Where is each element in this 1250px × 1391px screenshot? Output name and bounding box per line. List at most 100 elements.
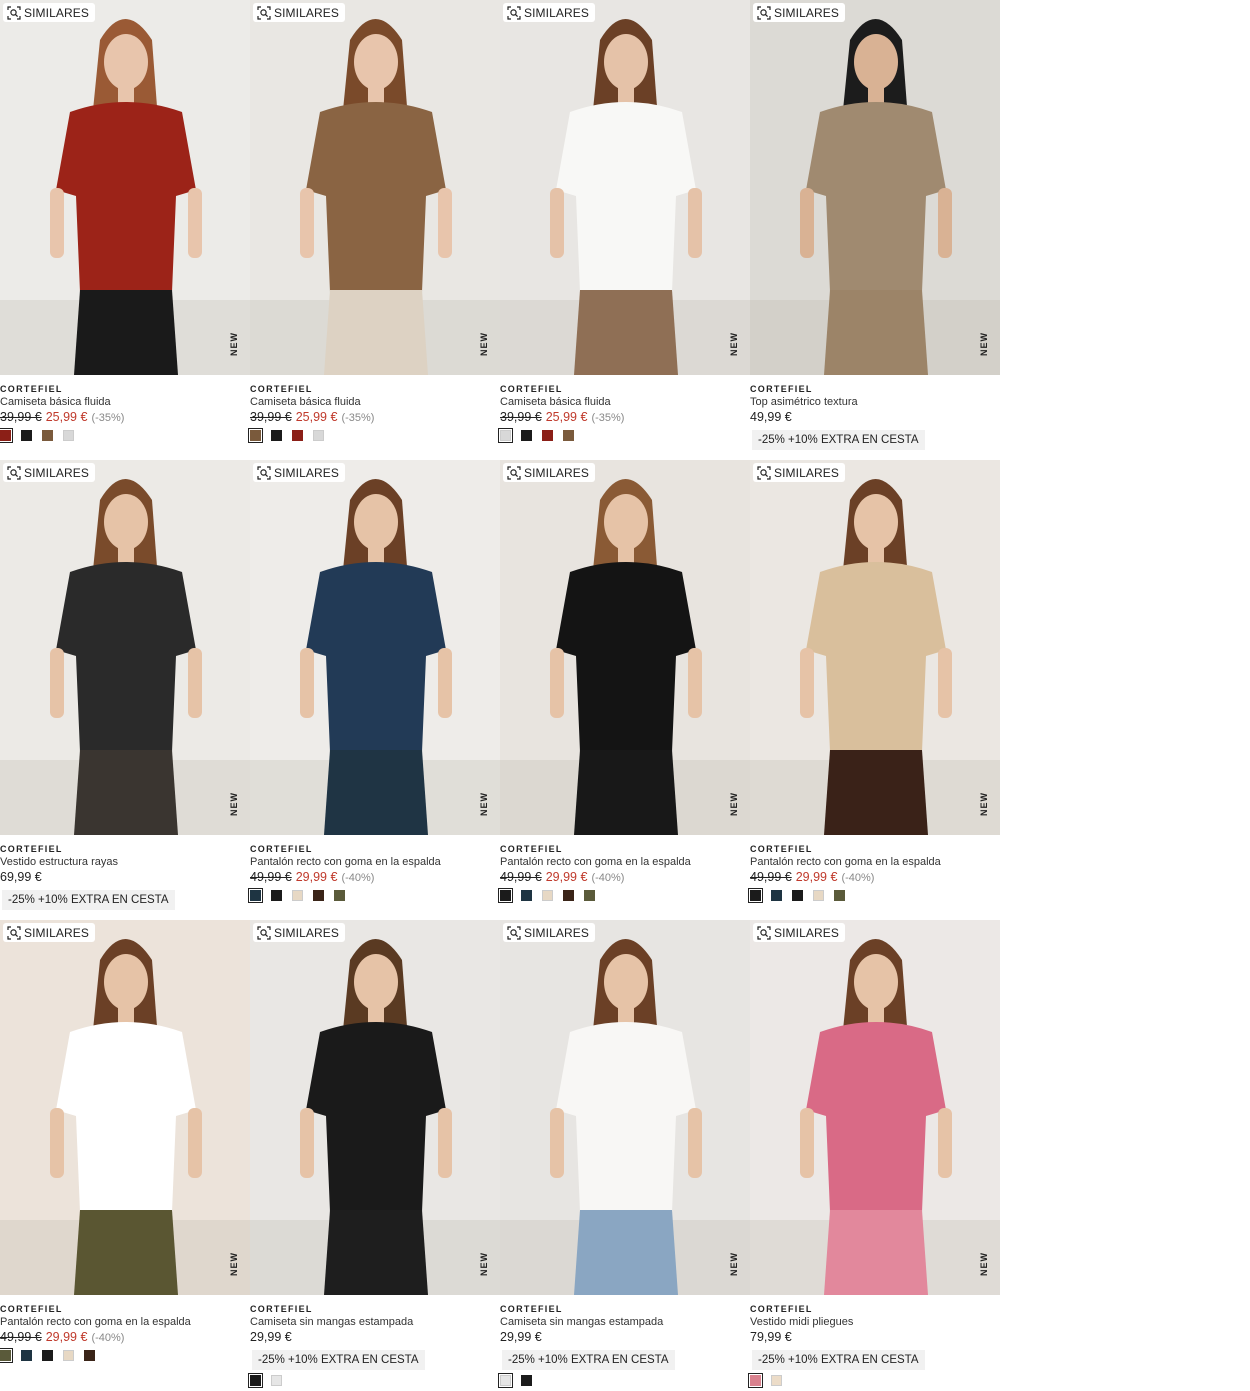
product-photo[interactable]: SIMILARES NEW	[750, 460, 1000, 835]
product-photo[interactable]: SIMILARES NEW	[0, 920, 250, 1295]
price: 29,99 €	[500, 1330, 542, 1344]
product-name[interactable]: Top asimétrico textura	[750, 395, 1000, 409]
color-swatch[interactable]	[771, 890, 782, 901]
product-card[interactable]: SIMILARES NEW CORTEFIEL Camiseta sin man…	[248, 920, 500, 1388]
color-swatch[interactable]	[563, 890, 574, 901]
product-name[interactable]: Vestido estructura rayas	[0, 855, 250, 869]
product-info: CORTEFIEL Camiseta básica fluida 39,99 €…	[0, 383, 250, 443]
color-swatch[interactable]	[0, 1348, 13, 1363]
color-swatch[interactable]	[271, 1375, 282, 1386]
color-swatch[interactable]	[748, 1373, 763, 1388]
product-name[interactable]: Camiseta sin mangas estampada	[250, 1315, 500, 1329]
product-photo[interactable]: SIMILARES NEW	[500, 920, 750, 1295]
product-photo[interactable]: SIMILARES NEW	[750, 920, 1000, 1295]
color-swatch[interactable]	[42, 430, 53, 441]
product-card[interactable]: SIMILARES NEW CORTEFIEL Vestido midi pli…	[748, 920, 1000, 1388]
color-swatch[interactable]	[248, 1373, 263, 1388]
color-swatch[interactable]	[563, 430, 574, 441]
color-swatch[interactable]	[498, 888, 513, 903]
color-swatch[interactable]	[521, 890, 532, 901]
color-swatch[interactable]	[584, 890, 595, 901]
similar-button[interactable]: SIMILARES	[503, 923, 595, 942]
color-swatch[interactable]	[271, 430, 282, 441]
product-photo[interactable]: SIMILARES NEW	[250, 0, 500, 375]
visual-search-icon	[757, 5, 771, 20]
color-swatch[interactable]	[813, 890, 824, 901]
product-card[interactable]: SIMILARES NEW CORTEFIEL Camiseta básica …	[498, 0, 750, 460]
new-badge: NEW	[229, 792, 239, 816]
brand-name: CORTEFIEL	[500, 384, 563, 394]
color-swatch[interactable]	[521, 1375, 532, 1386]
color-swatch[interactable]	[271, 890, 282, 901]
product-card[interactable]: SIMILARES NEW CORTEFIEL Top asimétrico t…	[750, 0, 1000, 460]
product-name[interactable]: Pantalón recto con goma en la espalda	[0, 1315, 250, 1329]
product-card[interactable]: SIMILARES NEW CORTEFIEL Camiseta sin man…	[498, 920, 750, 1388]
product-photo[interactable]: SIMILARES NEW	[500, 460, 750, 835]
color-swatch[interactable]	[771, 1375, 782, 1386]
product-photo[interactable]: SIMILARES NEW	[250, 920, 500, 1295]
color-swatch[interactable]	[63, 1350, 74, 1361]
product-card[interactable]: SIMILARES NEW CORTEFIEL Camiseta básica …	[248, 0, 500, 460]
color-swatch[interactable]	[248, 888, 263, 903]
old-price: 39,99 €	[500, 410, 542, 424]
product-photo[interactable]: SIMILARES NEW	[250, 460, 500, 835]
similar-button[interactable]: SIMILARES	[3, 463, 95, 482]
color-swatch[interactable]	[21, 430, 32, 441]
product-card[interactable]: SIMILARES NEW CORTEFIEL Pantalón recto c…	[0, 920, 250, 1380]
product-info: CORTEFIEL Pantalón recto con goma en la …	[0, 1303, 250, 1363]
product-card[interactable]: SIMILARES NEW CORTEFIEL Pantalón recto c…	[498, 460, 750, 920]
color-swatches	[498, 1373, 750, 1388]
product-card[interactable]: SIMILARES NEW CORTEFIEL Pantalón recto c…	[748, 460, 1000, 920]
similar-button[interactable]: SIMILARES	[3, 923, 95, 942]
product-name[interactable]: Pantalón recto con goma en la espalda	[500, 855, 750, 869]
product-name[interactable]: Pantalón recto con goma en la espalda	[250, 855, 500, 869]
color-swatch[interactable]	[498, 428, 513, 443]
color-swatch[interactable]	[0, 428, 13, 443]
color-swatch[interactable]	[334, 890, 345, 901]
product-card[interactable]: SIMILARES NEW CORTEFIEL Vestido estructu…	[0, 460, 250, 920]
similar-button[interactable]: SIMILARES	[753, 923, 845, 942]
brand-name: CORTEFIEL	[250, 844, 313, 854]
color-swatch[interactable]	[834, 890, 845, 901]
product-name[interactable]: Camiseta básica fluida	[500, 395, 750, 409]
color-swatch[interactable]	[792, 890, 803, 901]
color-swatch[interactable]	[84, 1350, 95, 1361]
product-name[interactable]: Camiseta básica fluida	[250, 395, 500, 409]
color-swatch[interactable]	[248, 428, 263, 443]
product-card[interactable]: SIMILARES NEW CORTEFIEL Pantalón recto c…	[248, 460, 500, 920]
product-photo[interactable]: SIMILARES NEW	[0, 0, 250, 375]
similar-label: SIMILARES	[774, 925, 839, 940]
color-swatch[interactable]	[313, 890, 324, 901]
product-name[interactable]: Vestido midi pliegues	[750, 1315, 1000, 1329]
promo-badge: -25% +10% EXTRA EN CESTA	[752, 1350, 925, 1370]
new-badge: NEW	[729, 792, 739, 816]
similar-button[interactable]: SIMILARES	[503, 463, 595, 482]
similar-button[interactable]: SIMILARES	[253, 463, 345, 482]
product-photo[interactable]: SIMILARES NEW	[750, 0, 1000, 375]
similar-button[interactable]: SIMILARES	[503, 3, 595, 22]
color-swatch[interactable]	[63, 430, 74, 441]
similar-button[interactable]: SIMILARES	[753, 463, 845, 482]
product-name[interactable]: Camiseta básica fluida	[0, 395, 250, 409]
product-name[interactable]: Camiseta sin mangas estampada	[500, 1315, 750, 1329]
color-swatch[interactable]	[292, 890, 303, 901]
color-swatch[interactable]	[292, 430, 303, 441]
similar-button[interactable]: SIMILARES	[253, 3, 345, 22]
similar-button[interactable]: SIMILARES	[3, 3, 95, 22]
color-swatch[interactable]	[521, 430, 532, 441]
product-photo[interactable]: SIMILARES NEW	[0, 460, 250, 835]
color-swatch[interactable]	[748, 888, 763, 903]
color-swatch[interactable]	[42, 1350, 53, 1361]
color-swatch[interactable]	[21, 1350, 32, 1361]
product-card[interactable]: SIMILARES NEW CORTEFIEL Camiseta básica …	[0, 0, 250, 460]
product-photo[interactable]: SIMILARES NEW	[500, 0, 750, 375]
color-swatch[interactable]	[498, 1373, 513, 1388]
color-swatch[interactable]	[542, 890, 553, 901]
promo-badge: -25% +10% EXTRA EN CESTA	[2, 890, 175, 910]
similar-button[interactable]: SIMILARES	[753, 3, 845, 22]
product-name[interactable]: Pantalón recto con goma en la espalda	[750, 855, 1000, 869]
color-swatch[interactable]	[313, 430, 324, 441]
color-swatch[interactable]	[542, 430, 553, 441]
price-row: 49,99 €29,99 € (-40%)	[250, 869, 500, 885]
similar-button[interactable]: SIMILARES	[253, 923, 345, 942]
